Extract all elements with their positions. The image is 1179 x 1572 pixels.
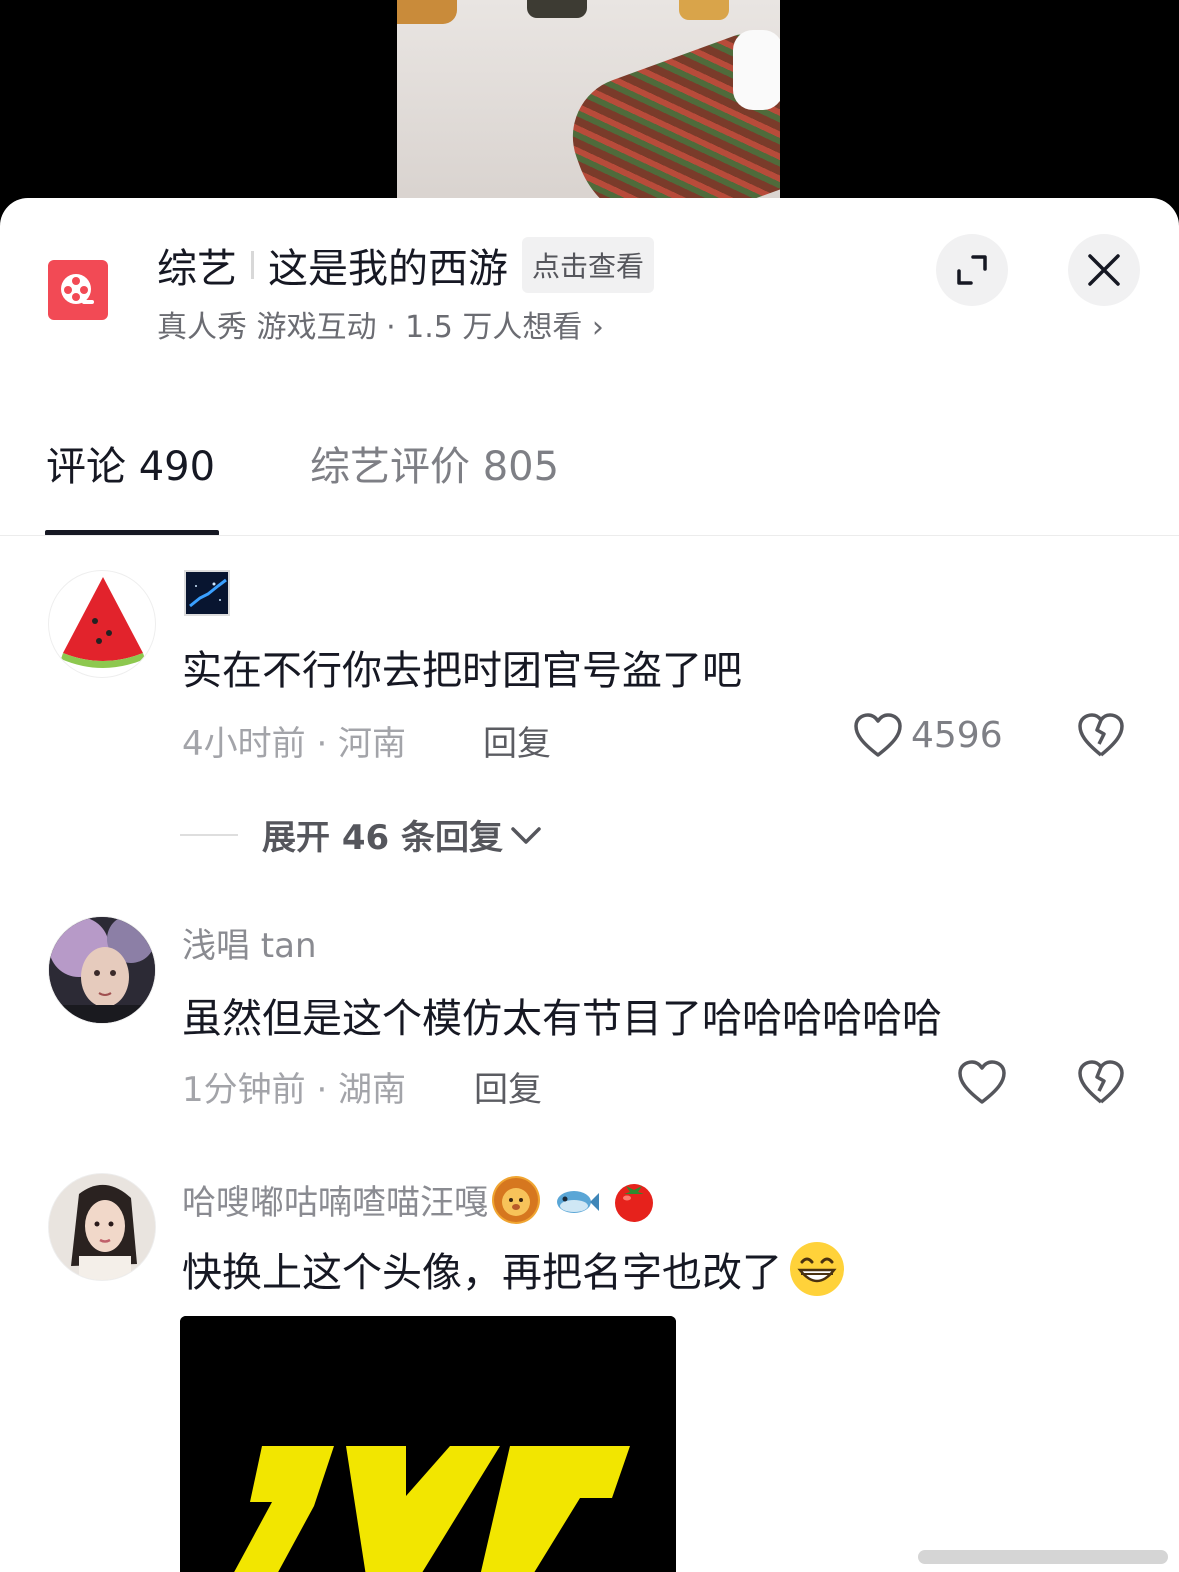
show-title-row[interactable]: 综艺 这是我的西游 点击查看: [157, 237, 655, 293]
chevron-down-icon: [511, 826, 541, 844]
reply-button[interactable]: 回复: [483, 716, 551, 765]
grin-emoji: [788, 1240, 846, 1298]
video-content: [679, 0, 729, 20]
comment-text-body: 快换上这个头像，再把名字也改了: [182, 1250, 782, 1296]
comment-text: 虽然但是这个模仿太有节目了哈哈哈哈哈哈: [182, 996, 942, 1042]
comment-meta: 1分钟前 · 湖南: [182, 1070, 407, 1110]
show-meta[interactable]: 真人秀 游戏互动 · 1.5 万人想看 ›: [157, 302, 604, 346]
fish-emoji: [552, 1176, 600, 1224]
video-content: [527, 0, 587, 18]
expand-icon: [957, 255, 987, 285]
expand-line: [180, 833, 238, 836]
expand-replies-label: 展开 46 条回复: [262, 818, 503, 858]
tab-comments[interactable]: 评论 490: [46, 434, 215, 492]
comment-meta: 4小时前 · 河南: [182, 724, 407, 764]
variety-show-icon: [48, 260, 108, 320]
video-player[interactable]: [0, 0, 1179, 220]
broken-heart-icon: [1078, 1060, 1124, 1104]
username[interactable]: 哈嗖嘟咕喃喳喵汪嘎: [182, 1175, 658, 1224]
comment-image[interactable]: [180, 1316, 676, 1572]
like-button[interactable]: 4596: [853, 712, 1003, 758]
reply-button[interactable]: 回复: [474, 1062, 542, 1111]
avatar[interactable]: [48, 1173, 156, 1281]
avatar[interactable]: [48, 570, 156, 678]
comment-tabs: 评论 490 综艺评价 805: [0, 426, 1179, 536]
comment-text: 快换上这个头像，再把名字也改了: [182, 1240, 846, 1298]
like-button[interactable]: [957, 1059, 1015, 1105]
title-divider: [251, 251, 254, 279]
tomato-emoji: [610, 1176, 658, 1224]
divider: [0, 535, 1179, 536]
username-avatar-badge[interactable]: [184, 570, 230, 616]
expand-button[interactable]: [936, 234, 1008, 306]
close-button[interactable]: [1068, 234, 1140, 306]
show-name: 这是我的西游: [268, 246, 508, 292]
scroll-indicator: [918, 1550, 1168, 1564]
broken-heart-icon: [1078, 713, 1124, 757]
video-frame: [397, 0, 780, 205]
tab-reviews[interactable]: 综艺评价 805: [310, 434, 559, 492]
like-count: 4596: [911, 714, 1003, 756]
expand-replies[interactable]: 展开 46 条回复: [180, 810, 543, 859]
comment-sheet: 综艺 这是我的西游 点击查看 真人秀 游戏互动 · 1.5 万人想看 › 评论 …: [0, 198, 1179, 1572]
dislike-button[interactable]: [1077, 712, 1125, 762]
heart-icon: [958, 1060, 1006, 1104]
close-icon: [1088, 254, 1120, 286]
view-button[interactable]: 点击查看: [522, 237, 655, 293]
username-text: 哈嗖嘟咕喃喳喵汪嘎: [182, 1183, 488, 1223]
username[interactable]: 浅唱 tan: [182, 918, 317, 967]
heart-icon: [854, 713, 902, 757]
avatar[interactable]: [48, 916, 156, 1024]
lion-emoji: [492, 1175, 540, 1224]
dislike-button[interactable]: [1077, 1059, 1125, 1109]
yellow-logo-graphic: [180, 1316, 676, 1572]
video-content: [733, 30, 780, 110]
show-category: 综艺: [157, 246, 237, 292]
comment-text: 实在不行你去把时团官号盗了吧: [182, 648, 742, 694]
video-content: [397, 0, 457, 24]
